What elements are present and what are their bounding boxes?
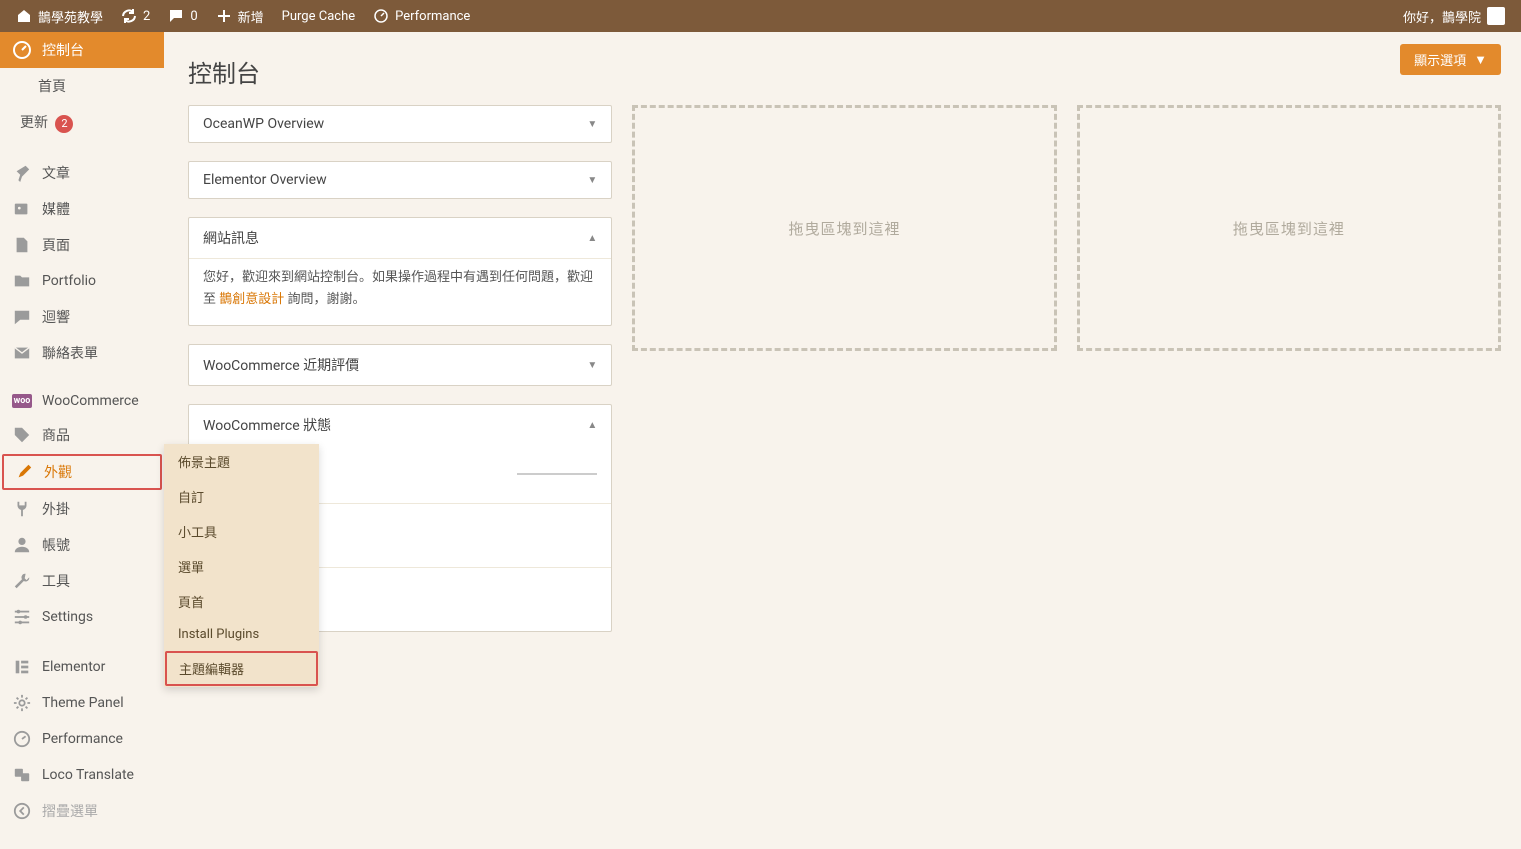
tb-greeting[interactable]: 你好，鵲學院 — [1395, 0, 1513, 32]
widget-oceanwp: OceanWP Overview ▼ — [188, 105, 612, 143]
chevron-down-icon: ▼ — [1474, 52, 1487, 68]
flyout-header[interactable]: 頁首 — [164, 584, 319, 619]
sliders-icon — [12, 607, 32, 627]
admin-toolbar: 鵲學苑教學 2 0 新增 Purge Cache Performance 你好，… — [0, 0, 1521, 32]
sidebar-appearance[interactable]: 外觀 — [2, 454, 162, 490]
admin-sidebar: 控制台 首頁 更新 2 文章 媒體 頁面 Portfolio 迴響 聯絡表單 w… — [0, 32, 164, 849]
tb-site[interactable]: 鵲學苑教學 — [8, 0, 111, 32]
page-icon — [12, 235, 32, 255]
flyout-menus[interactable]: 選單 — [164, 549, 319, 584]
sidebar-updates[interactable]: 更新 2 — [0, 104, 164, 141]
appearance-flyout: 佈景主題 自訂 小工具 選單 頁首 Install Plugins 主題編輯器 — [164, 444, 319, 687]
home-icon — [16, 8, 32, 24]
wrench-icon — [12, 571, 32, 591]
flyout-themes[interactable]: 佈景主題 — [164, 444, 319, 479]
tb-new[interactable]: 新增 — [208, 0, 272, 32]
refresh-icon — [121, 8, 137, 24]
main-content: 控制台 顯示選項 ▼ OceanWP Overview ▼ Elementor … — [164, 32, 1521, 849]
flyout-customize[interactable]: 自訂 — [164, 479, 319, 514]
elementor-icon — [12, 657, 32, 677]
site-info-link[interactable]: 鵲創意設計 — [219, 292, 284, 307]
sidebar-performance[interactable]: Performance — [0, 721, 164, 757]
sidebar-products[interactable]: 商品 — [0, 417, 164, 453]
updates-badge: 2 — [55, 115, 73, 133]
sidebar-comments[interactable]: 迴響 — [0, 299, 164, 335]
display-options-button[interactable]: 顯示選項 ▼ — [1400, 44, 1501, 75]
plus-icon — [216, 8, 232, 24]
sidebar-woocommerce[interactable]: wooWooCommerce — [0, 385, 164, 417]
sidebar-posts[interactable]: 文章 — [0, 155, 164, 191]
chevron-up-icon: ▲ — [587, 420, 597, 431]
tag-icon — [12, 425, 32, 445]
tb-comment-count: 0 — [190, 9, 197, 24]
translate-icon — [12, 765, 32, 785]
gear-icon — [12, 693, 32, 713]
widget-oceanwp-toggle[interactable]: OceanWP Overview ▼ — [189, 106, 611, 142]
tb-comments[interactable]: 0 — [160, 0, 205, 32]
tb-performance[interactable]: Performance — [365, 0, 478, 32]
flyout-install-plugins[interactable]: Install Plugins — [164, 619, 319, 650]
page-title: 控制台 — [188, 44, 260, 105]
widget-woo-status-toggle[interactable]: WooCommerce 狀態 ▲ — [189, 405, 611, 445]
sidebar-home[interactable]: 首頁 — [0, 68, 164, 104]
comment-icon — [168, 8, 184, 24]
tb-refresh-count: 2 — [143, 9, 150, 24]
gauge-icon — [373, 8, 389, 24]
woo-icon: woo — [12, 394, 32, 408]
sidebar-collapse[interactable]: 摺疊選單 — [0, 793, 164, 829]
sidebar-users[interactable]: 帳號 — [0, 527, 164, 563]
widget-woo-reviews-toggle[interactable]: WooCommerce 近期評價 ▼ — [189, 345, 611, 385]
sidebar-pages[interactable]: 頁面 — [0, 227, 164, 263]
tb-site-name: 鵲學苑教學 — [38, 7, 103, 26]
sidebar-elementor[interactable]: Elementor — [0, 649, 164, 685]
speed-icon — [12, 729, 32, 749]
sidebar-portfolio[interactable]: Portfolio — [0, 263, 164, 299]
sparkline — [517, 473, 597, 475]
sidebar-theme-panel[interactable]: Theme Panel — [0, 685, 164, 721]
collapse-icon — [12, 801, 32, 821]
brush-icon — [14, 462, 34, 482]
tb-new-label: 新增 — [238, 7, 264, 26]
widget-site-info-toggle[interactable]: 網站訊息 ▲ — [189, 218, 611, 258]
flyout-widgets[interactable]: 小工具 — [164, 514, 319, 549]
media-icon — [12, 199, 32, 219]
widget-elementor-toggle[interactable]: Elementor Overview ▼ — [189, 162, 611, 198]
chevron-down-icon: ▼ — [587, 360, 597, 371]
sidebar-plugins[interactable]: 外掛 — [0, 491, 164, 527]
dashboard-icon — [12, 40, 32, 60]
chevron-up-icon: ▲ — [587, 233, 597, 244]
chevron-down-icon: ▼ — [587, 119, 597, 130]
tb-purge[interactable]: Purge Cache — [274, 0, 363, 32]
mail-icon — [12, 343, 32, 363]
avatar-icon — [1487, 7, 1505, 25]
sidebar-tools[interactable]: 工具 — [0, 563, 164, 599]
sidebar-media[interactable]: 媒體 — [0, 191, 164, 227]
pin-icon — [12, 163, 32, 183]
sidebar-dashboard[interactable]: 控制台 — [0, 32, 164, 68]
user-icon — [12, 535, 32, 555]
widget-site-info: 網站訊息 ▲ 您好，歡迎來到網站控制台。如果操作過程中有遇到任何問題，歡迎至 鵲… — [188, 217, 612, 326]
dropzone-2[interactable]: 拖曳區塊到這裡 — [1077, 105, 1501, 351]
plug-icon — [12, 499, 32, 519]
flyout-theme-editor[interactable]: 主題編輯器 — [165, 651, 318, 686]
folder-icon — [12, 271, 32, 291]
sidebar-loco[interactable]: Loco Translate — [0, 757, 164, 793]
site-info-body: 您好，歡迎來到網站控制台。如果操作過程中有遇到任何問題，歡迎至 鵲創意設計 詢問… — [189, 258, 611, 325]
sidebar-contact[interactable]: 聯絡表單 — [0, 335, 164, 371]
chevron-down-icon: ▼ — [587, 175, 597, 186]
tb-refresh[interactable]: 2 — [113, 0, 158, 32]
sidebar-settings[interactable]: Settings — [0, 599, 164, 635]
widget-elementor: Elementor Overview ▼ — [188, 161, 612, 199]
dropzone-1[interactable]: 拖曳區塊到這裡 — [632, 105, 1056, 351]
widget-woo-reviews: WooCommerce 近期評價 ▼ — [188, 344, 612, 386]
chat-icon — [12, 307, 32, 327]
